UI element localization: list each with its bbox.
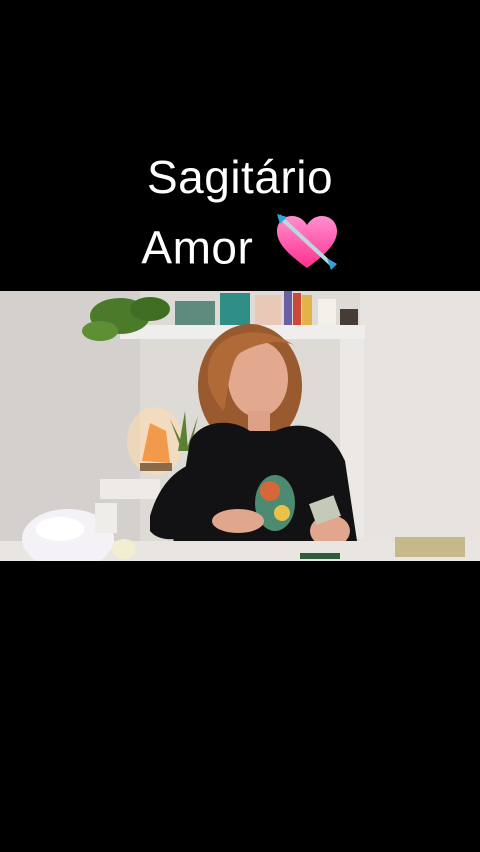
video-scene (0, 291, 480, 561)
video-frame[interactable] (0, 291, 480, 561)
caption-title: Sagitário (146, 151, 334, 203)
heart-with-arrow-icon (275, 214, 339, 279)
caption-subtitle: Amor (141, 221, 254, 274)
caption-line-1: Sagitário (0, 154, 480, 200)
salt-lamp (127, 407, 183, 475)
caption-line-2: Amor (0, 214, 480, 279)
